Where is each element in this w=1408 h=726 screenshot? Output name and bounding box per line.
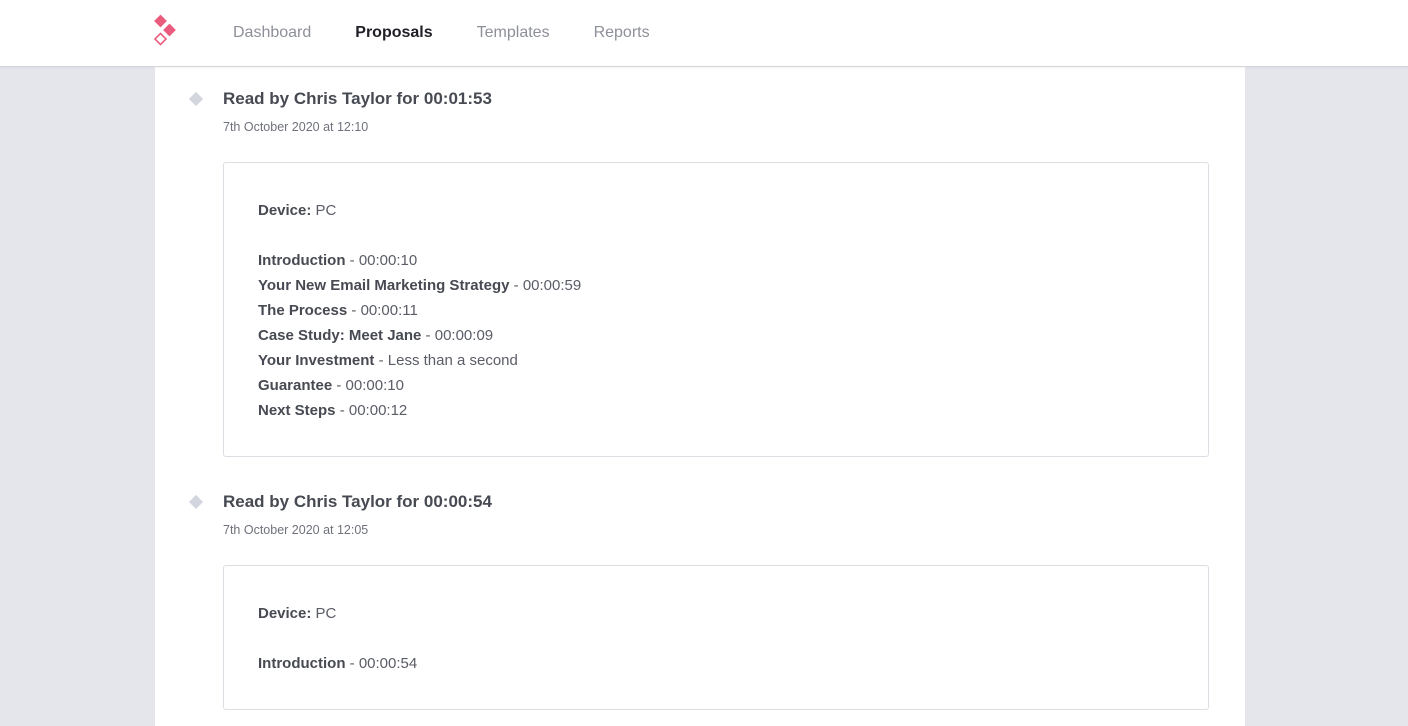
device-value: PC — [315, 202, 337, 219]
section-time: 00:00:59 — [522, 277, 582, 294]
section-time: 00:00:09 — [434, 327, 494, 344]
nav-proposals[interactable]: Proposals — [355, 24, 432, 42]
section-time: Less than a second — [387, 352, 518, 369]
main-nav: Dashboard Proposals Templates Reports — [233, 0, 694, 66]
section-time: 00:00:10 — [358, 252, 418, 269]
section-time: 00:00:10 — [345, 377, 404, 394]
section-name: Guarantee — [258, 377, 333, 394]
timeline-bullet-icon — [188, 91, 204, 107]
section-name: Case Study: Meet Jane — [258, 327, 422, 344]
nav-reports[interactable]: Reports — [594, 24, 650, 42]
section-name: The Process — [258, 302, 348, 319]
section-time: 00:00:54 — [358, 655, 418, 672]
section-name: Introduction — [258, 655, 346, 672]
entry-details-card: Device: PC Introduction - 00:00:54 — [223, 565, 1209, 710]
entry-title: Read by Chris Taylor for 00:01:53 — [223, 89, 492, 108]
device-label: Device: — [258, 202, 312, 219]
device-line: Device: PC — [258, 605, 336, 622]
section-time-row: Guarantee - 00:00:10 — [258, 377, 404, 394]
entry-title: Read by Chris Taylor for 00:00:54 — [223, 492, 492, 511]
nav-dashboard[interactable]: Dashboard — [233, 24, 311, 42]
section-name: Introduction — [258, 252, 346, 269]
activity-panel: Read by Chris Taylor for 00:01:53 7th Oc… — [155, 67, 1245, 726]
section-time-row: Your New Email Marketing Strategy - 00:0… — [258, 277, 582, 294]
section-time-row: Case Study: Meet Jane - 00:00:09 — [258, 327, 494, 344]
device-value: PC — [315, 605, 337, 622]
app-logo-icon[interactable] — [153, 14, 181, 48]
section-time-row: Next Steps - 00:00:12 — [258, 402, 408, 419]
entry-date: 7th October 2020 at 12:05 — [223, 523, 369, 537]
section-time: 00:00:12 — [348, 402, 408, 419]
device-label: Device: — [258, 605, 312, 622]
section-name: Your Investment — [258, 352, 375, 369]
section-time-row: Introduction - 00:00:54 — [258, 655, 418, 672]
top-navigation-bar: Dashboard Proposals Templates Reports — [0, 0, 1408, 67]
section-time-row: The Process - 00:00:11 — [258, 302, 418, 319]
nav-templates[interactable]: Templates — [477, 24, 550, 42]
section-time-row: Introduction - 00:00:10 — [258, 252, 418, 269]
entry-date: 7th October 2020 at 12:10 — [223, 120, 369, 134]
entry-details-card: Device: PC Introduction - 00:00:10 Your … — [223, 162, 1209, 457]
section-name: Your New Email Marketing Strategy — [258, 277, 510, 294]
section-name: Next Steps — [258, 402, 336, 419]
section-time-row: Your Investment - Less than a second — [258, 352, 518, 369]
timeline-bullet-icon — [188, 494, 204, 510]
device-line: Device: PC — [258, 202, 336, 219]
section-time: 00:00:11 — [360, 302, 418, 319]
